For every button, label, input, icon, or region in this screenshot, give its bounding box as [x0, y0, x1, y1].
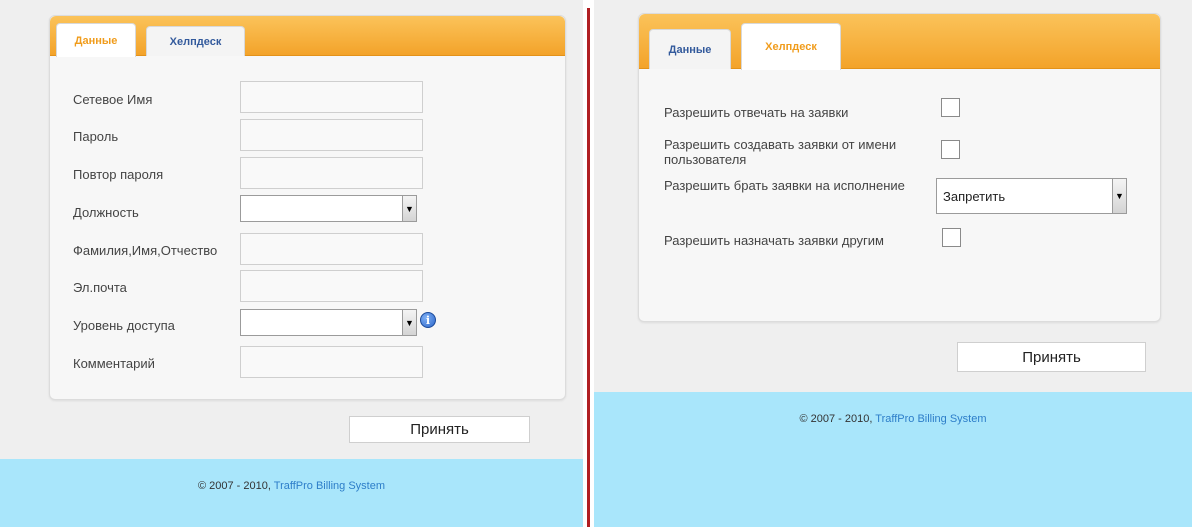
submit-button[interactable]: Принять	[349, 416, 530, 443]
allow-create-checkbox[interactable]	[941, 140, 960, 159]
tab-data[interactable]: Данные	[649, 29, 731, 69]
footer-link[interactable]: TraffPro Billing System	[274, 480, 385, 492]
network-name-label: Сетевое Имя	[73, 92, 153, 107]
footer-link[interactable]: TraffPro Billing System	[875, 413, 986, 425]
tab-bar: Данные Хелпдеск	[50, 16, 565, 57]
allow-take-select-value: Запретить	[943, 188, 1006, 204]
tab-helpdesk[interactable]: Хелпдеск	[741, 23, 841, 70]
access-level-label: Уровень доступа	[73, 318, 175, 333]
tab-helpdesk[interactable]: Хелпдеск	[146, 26, 245, 56]
chevron-down-icon[interactable]: ▼	[1112, 179, 1126, 213]
allow-reply-checkbox[interactable]	[941, 98, 960, 117]
network-name-input[interactable]	[240, 81, 423, 113]
footer-text: © 2007 - 2010, TraffPro Billing System	[0, 480, 583, 492]
tab-data[interactable]: Данные	[56, 23, 136, 57]
allow-assign-label: Разрешить назначать заявки другим	[664, 233, 884, 248]
footer: © 2007 - 2010, TraffPro Billing System	[0, 459, 583, 527]
submit-button[interactable]: Принять	[957, 342, 1146, 372]
allow-take-label: Разрешить брать заявки на исполнение	[664, 178, 905, 193]
position-label: Должность	[73, 205, 139, 220]
allow-reply-label: Разрешить отвечать на заявки	[664, 105, 849, 120]
allow-assign-checkbox[interactable]	[942, 228, 961, 247]
password-label: Пароль	[73, 129, 119, 144]
password-repeat-label: Повтор пароля	[73, 167, 164, 182]
password-input[interactable]	[240, 119, 423, 151]
tab-bar: Данные Хелпдеск	[639, 14, 1160, 70]
comment-label: Комментарий	[73, 356, 155, 371]
full-name-label: Фамилия,Имя,Отчество	[73, 243, 218, 258]
allow-take-select[interactable]: Запретить ▼	[936, 178, 1127, 214]
footer-text: © 2007 - 2010, TraffPro Billing System	[594, 413, 1192, 425]
right-panel: Данные Хелпдеск Разрешить отвечать на за…	[594, 0, 1192, 527]
chevron-down-icon[interactable]: ▼	[402, 310, 416, 335]
helpdesk-form-box: Данные Хелпдеск Разрешить отвечать на за…	[638, 13, 1161, 322]
position-select[interactable]: ▼	[240, 195, 417, 222]
email-input[interactable]	[240, 270, 423, 302]
footer: © 2007 - 2010, TraffPro Billing System	[594, 392, 1192, 527]
access-level-select[interactable]: ▼	[240, 309, 417, 336]
panel-divider	[583, 0, 594, 527]
full-name-input[interactable]	[240, 233, 423, 265]
allow-create-label: Разрешить создавать заявки от имени поль…	[664, 137, 897, 167]
email-label: Эл.почта	[73, 280, 127, 295]
copyright-text: © 2007 - 2010,	[799, 413, 876, 425]
user-form-box: Данные Хелпдеск Сетевое Имя Пароль Повто…	[49, 15, 566, 400]
comment-input[interactable]	[240, 346, 423, 378]
chevron-down-icon[interactable]: ▼	[402, 196, 416, 221]
info-icon[interactable]: i	[420, 312, 436, 328]
left-panel: Данные Хелпдеск Сетевое Имя Пароль Повто…	[0, 0, 583, 527]
password-repeat-input[interactable]	[240, 157, 423, 189]
copyright-text: © 2007 - 2010,	[197, 480, 274, 492]
